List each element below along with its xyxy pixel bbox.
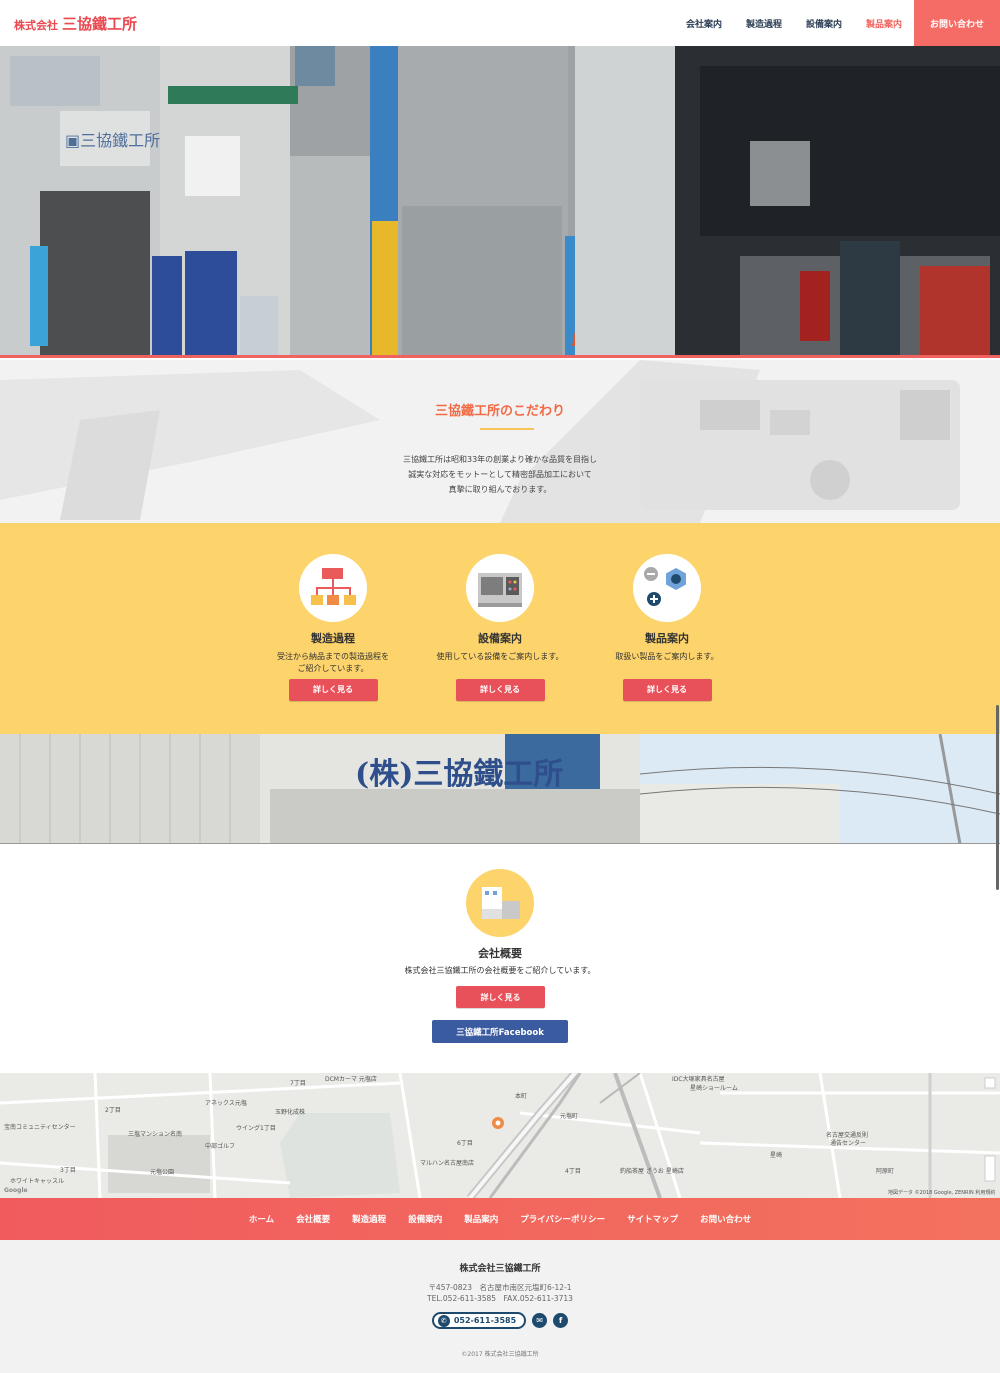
service-name: 製造過程 <box>311 632 355 645</box>
address-line: 〒457-0823 名古屋市南区元塩町6-12-1 <box>428 1283 572 1292</box>
site-header: 株式会社 三協鐵工所 会社案内 製造過程 設備案内 製品案内 お問い合わせ <box>0 0 1000 46</box>
facebook-icon[interactable]: f <box>553 1313 569 1328</box>
facebook-button[interactable]: 三協鐵工所Facebook <box>432 1020 568 1043</box>
section-title: 三協鐵工所のこだわり <box>434 404 565 419</box>
map-label: 星崎ショールーム <box>690 1085 738 1092</box>
telfax-line: TEL.052-611-3585 FAX.052-611-3713 <box>427 1294 573 1303</box>
map-label: 3丁目 <box>60 1167 76 1174</box>
title-underline <box>480 428 534 430</box>
building-illustration: (株)三協鐵工所 <box>0 734 1000 843</box>
nav-process[interactable]: 製造過程 <box>734 17 794 30</box>
service-products: 製品案内 取扱い製品をご案内します。 詳しく見る <box>582 554 752 701</box>
company-section: 会社概要 株式会社三協鐵工所の会社概要をご紹介しています。 詳しく見る 三協鐵工… <box>0 845 1000 1073</box>
map-label: 元塩公園 <box>150 1169 175 1176</box>
text-line: 誠実な対応をモットーとして精密部品加工において <box>408 470 592 479</box>
map-label: 釣船茶屋 ざうお 星崎店 <box>620 1168 684 1175</box>
company-desc: 株式会社三協鐵工所の会社概要をご紹介しています。 <box>404 966 596 975</box>
desc-line: 使用している設備をご案内します。 <box>436 652 564 661</box>
text-line: 真摯に取り組んでおります。 <box>448 485 552 494</box>
main-nav: 会社案内 製造過程 設備案内 製品案内 <box>674 0 914 46</box>
footer-nav-contact[interactable]: お問い合わせ <box>689 1213 762 1225</box>
scrollbar[interactable] <box>996 705 999 890</box>
section-text: 三協鐵工所は昭和33年の創業より確かな品質を目指し 誠実な対応をモットーとして精… <box>0 452 1000 497</box>
map-label: 星崎 <box>770 1152 783 1159</box>
nav-products[interactable]: 製品案内 <box>854 17 914 30</box>
google-map[interactable]: DCMカーマ 元塩店 アネックス元塩 玉野化成株 ウイング1丁目 元塩公園 マル… <box>0 1073 1000 1198</box>
background-machinery-image <box>0 360 1000 523</box>
service-desc: 取扱い製品をご案内します。 <box>582 651 752 677</box>
building-icon <box>466 869 534 937</box>
nav-equipment[interactable]: 設備案内 <box>794 17 854 30</box>
site-footer: 株式会社三協鐵工所 〒457-0823 名古屋市南区元塩町6-12-1 TEL.… <box>0 1240 1000 1373</box>
services-section: 製造過程 受注から納品までの製造過程を ご紹介しています。 詳しく見る 設備案内… <box>0 523 1000 734</box>
map-label: 玉野化成株 <box>275 1109 306 1116</box>
more-button[interactable]: 詳しく見る <box>622 678 712 701</box>
map-label: 三塩マンション名南 <box>128 1131 183 1138</box>
footer-nav-home[interactable]: ホーム <box>238 1213 285 1225</box>
nut-icon <box>633 554 701 622</box>
map-label: 4丁目 <box>565 1168 581 1175</box>
map-label: 宝南コミュニティセンター <box>4 1124 76 1131</box>
company-more-button[interactable]: 詳しく見る <box>456 986 545 1008</box>
factory-illustration: ▣三協鐵工所 <box>0 46 1000 355</box>
footer-company-name: 株式会社三協鐵工所 <box>459 1264 541 1274</box>
logo-prefix: 株式会社 <box>14 18 58 32</box>
phone-icon: ✆ <box>437 1314 450 1327</box>
map-label: DCMカーマ 元塩店 <box>325 1076 377 1083</box>
service-equipment: 設備案内 使用している設備をご案内します。 詳しく見る <box>415 554 585 701</box>
map-label: 2丁目 <box>105 1107 121 1114</box>
map-label: 6丁目 <box>457 1140 473 1147</box>
company-title: 会社概要 <box>478 947 522 960</box>
site-logo[interactable]: 株式会社 三協鐵工所 <box>14 13 137 34</box>
desc-line: ご紹介しています。 <box>297 664 369 673</box>
service-name: 設備案内 <box>478 632 522 645</box>
footer-nav-privacy[interactable]: プライバシーポリシー <box>509 1213 616 1225</box>
tel-number: 052-611-3585 <box>453 1316 517 1325</box>
footer-nav-sitemap[interactable]: サイトマップ <box>616 1213 689 1225</box>
svg-text:(株)三協鐵工所: (株)三協鐵工所 <box>355 757 563 792</box>
google-logo: Google <box>4 1187 28 1194</box>
mail-icon[interactable]: ✉ <box>532 1313 548 1328</box>
map-label: 通告センター <box>830 1140 867 1147</box>
map-label: ウイング1丁目 <box>236 1125 276 1132</box>
footer-nav-company[interactable]: 会社概要 <box>285 1213 341 1225</box>
footer-address: 〒457-0823 名古屋市南区元塩町6-12-1 TEL.052-611-35… <box>0 1282 1000 1304</box>
map-label: アネックス元塩 <box>205 1100 247 1107</box>
machine-icon <box>466 554 534 622</box>
service-name: 製品案内 <box>645 632 689 645</box>
footer-nav-products[interactable]: 製品案内 <box>453 1213 509 1225</box>
map-label: 中部ゴルフ <box>205 1143 236 1150</box>
nav-company[interactable]: 会社案内 <box>674 17 734 30</box>
svg-text:▣三協鐵工所: ▣三協鐵工所 <box>65 131 160 150</box>
more-button[interactable]: 詳しく見る <box>455 678 545 701</box>
footer-nav-process[interactable]: 製造過程 <box>341 1213 397 1225</box>
service-desc: 受注から納品までの製造過程を ご紹介しています。 <box>248 651 418 677</box>
desc-line: 受注から納品までの製造過程を <box>277 652 389 661</box>
map-label: IDC大塚家具名古屋 <box>672 1076 725 1083</box>
flowchart-icon <box>299 554 367 622</box>
commitment-section: 三協鐵工所のこだわり 三協鐵工所は昭和33年の創業より確かな品質を目指し 誠実な… <box>0 360 1000 523</box>
text-line: 三協鐵工所は昭和33年の創業より確かな品質を目指し <box>402 455 598 464</box>
contact-button[interactable]: お問い合わせ <box>914 0 1000 46</box>
map-attribution: 地図データ ©2018 Google, ZENRIN 利用規約 <box>888 1190 996 1196</box>
map-label: 7丁目 <box>290 1080 306 1087</box>
service-desc: 使用している設備をご案内します。 <box>415 651 585 677</box>
map-label: 本町 <box>515 1093 528 1100</box>
service-process: 製造過程 受注から納品までの製造過程を ご紹介しています。 詳しく見る <box>248 554 418 701</box>
logo-name: 三協鐵工所 <box>62 14 138 33</box>
tel-button[interactable]: ✆ 052-611-3585 <box>431 1312 527 1329</box>
map-label: ホワイトキャッスル <box>10 1178 65 1185</box>
hero-factory-image: ▣三協鐵工所 <box>0 46 1000 358</box>
map-label: 阿原町 <box>876 1168 895 1175</box>
footer-actions: ✆ 052-611-3585 ✉ f <box>0 1312 1000 1329</box>
footer-nav-equipment[interactable]: 設備案内 <box>397 1213 453 1225</box>
copyright: ©2017 株式会社三協鐵工所 <box>461 1351 539 1358</box>
desc-line: 取扱い製品をご案内します。 <box>615 652 719 661</box>
building-sign-image: (株)三協鐵工所 <box>0 734 1000 844</box>
footer-nav: ホーム 会社概要 製造過程 設備案内 製品案内 プライバシーポリシー サイトマッ… <box>0 1198 1000 1240</box>
map-label: マルハン名古屋南店 <box>420 1160 475 1167</box>
more-button[interactable]: 詳しく見る <box>288 678 378 701</box>
map-label: 元塩町 <box>560 1113 579 1120</box>
